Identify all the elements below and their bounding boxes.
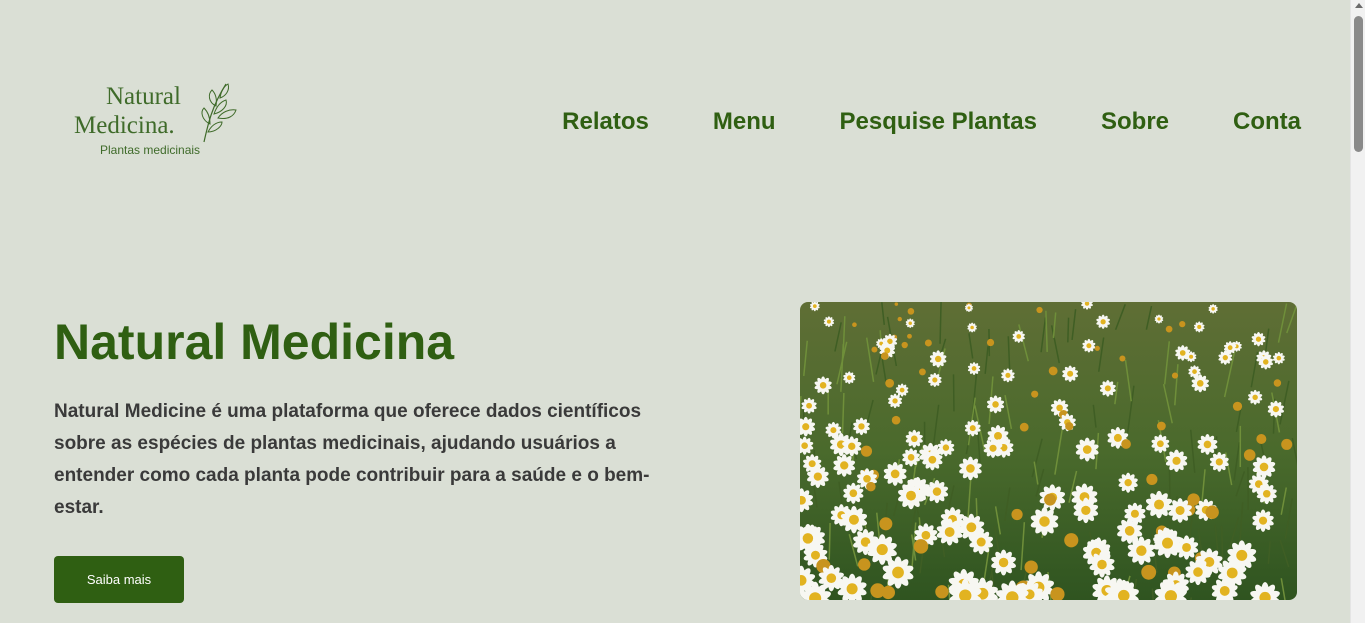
main-nav: Relatos Menu Pesquise Plantas Sobre Cont… xyxy=(562,108,1301,136)
page-scrollbar[interactable] xyxy=(1350,0,1365,623)
logo-tagline: Plantas medicinais xyxy=(100,143,201,157)
nav-sobre[interactable]: Sobre xyxy=(1101,108,1169,136)
nav-relatos[interactable]: Relatos xyxy=(562,108,649,136)
hero-description: Natural Medicine é uma plataforma que of… xyxy=(54,401,650,518)
scrollbar-thumb[interactable] xyxy=(1354,16,1363,152)
scroll-up-arrow-icon[interactable] xyxy=(1354,3,1363,8)
nav-pesquise-plantas[interactable]: Pesquise Plantas xyxy=(840,108,1037,136)
logo-line-1: Natural xyxy=(106,83,181,110)
leaf-sprig-icon xyxy=(201,83,237,143)
logo-line-2: Medicina. xyxy=(74,112,175,139)
chamomile-field-image xyxy=(800,302,1297,600)
nav-menu[interactable]: Menu xyxy=(713,108,776,136)
saiba-mais-button[interactable]: Saiba mais xyxy=(54,556,184,603)
hero-title: Natural Medicina xyxy=(54,314,455,370)
hero-image xyxy=(800,302,1297,600)
site-logo[interactable]: Natural Medicina. Plantas medicinais xyxy=(72,80,242,162)
nav-conta[interactable]: Conta xyxy=(1233,108,1301,136)
page: Natural Medicina. Plantas medicinais Rel… xyxy=(0,0,1365,623)
